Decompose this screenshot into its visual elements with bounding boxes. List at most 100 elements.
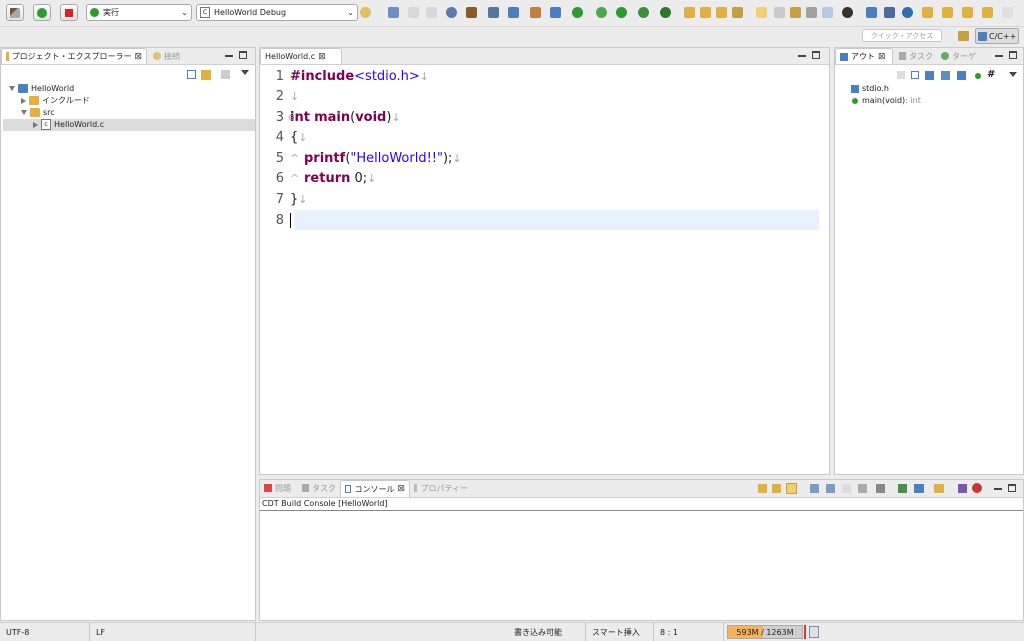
minimize-icon[interactable] xyxy=(798,51,806,57)
pin-console-icon[interactable] xyxy=(876,484,885,493)
minimize-icon[interactable] xyxy=(225,51,233,57)
word-wrap-icon[interactable] xyxy=(858,484,867,493)
show-whitespace-icon[interactable] xyxy=(822,7,833,18)
close-icon[interactable]: ⊠ xyxy=(134,52,142,62)
maximize-icon[interactable] xyxy=(812,51,820,59)
sort-icon[interactable] xyxy=(925,71,934,80)
hide-fields-icon[interactable] xyxy=(941,71,950,80)
trash-icon[interactable] xyxy=(809,626,819,638)
run-button[interactable] xyxy=(33,4,51,21)
outline-item-function[interactable]: main(void) : int xyxy=(851,95,921,106)
hide-macros-icon[interactable]: # xyxy=(987,69,995,80)
outline-item-include[interactable]: stdio.h xyxy=(851,83,889,94)
coverage-icon[interactable] xyxy=(638,7,649,18)
debug-config-icon[interactable] xyxy=(446,7,457,18)
fold-collapse-icon[interactable]: ⊖ xyxy=(288,113,295,122)
tab-problems[interactable]: 問題 xyxy=(260,480,298,496)
launch-config-select[interactable]: C HelloWorld Debug ⌄ xyxy=(196,4,358,21)
view-menu-icon[interactable] xyxy=(1009,72,1017,77)
tab-properties[interactable]: プロパティー xyxy=(410,480,472,496)
paste-icon[interactable] xyxy=(826,484,835,493)
copy-icon[interactable] xyxy=(810,484,819,493)
terminal-icon[interactable] xyxy=(866,7,877,18)
tab-hello-world-c[interactable]: HelloWorld.c ⊠ xyxy=(260,48,342,64)
filter-icon[interactable] xyxy=(221,70,230,79)
tab-tasks[interactable]: タスク xyxy=(298,480,340,496)
close-icon[interactable]: ⊠ xyxy=(318,52,326,62)
tab-project-explorer[interactable]: プロジェクト・エクスプローラー ⊠ xyxy=(1,48,147,64)
build-button[interactable] xyxy=(6,4,24,21)
open-perspective-icon[interactable] xyxy=(958,31,969,41)
pin-icon[interactable] xyxy=(884,7,895,18)
back-icon[interactable] xyxy=(962,7,973,18)
hide-static-icon[interactable] xyxy=(957,71,966,80)
open-console-icon[interactable] xyxy=(898,484,907,493)
toggle-highlight-icon[interactable] xyxy=(756,7,767,18)
maximize-icon[interactable] xyxy=(1008,484,1016,492)
forward-disabled-icon[interactable] xyxy=(1002,7,1013,18)
open-element-icon[interactable] xyxy=(700,7,711,18)
collapse-all-icon[interactable] xyxy=(911,71,919,79)
minimize-icon[interactable] xyxy=(995,51,1003,57)
scroll-down-icon[interactable] xyxy=(758,484,767,493)
build-all-icon[interactable] xyxy=(488,7,499,18)
external-tools-icon[interactable] xyxy=(660,7,671,18)
perspective-c-cpp-button[interactable]: C/C++ xyxy=(975,28,1019,44)
run-last-icon[interactable] xyxy=(616,7,627,18)
display-console-icon[interactable] xyxy=(914,484,924,493)
search-icon[interactable] xyxy=(732,7,743,18)
tree-item-project[interactable]: HelloWorld xyxy=(9,83,74,94)
tree-item-file[interactable]: c HelloWorld.c xyxy=(33,119,104,130)
heap-status[interactable]: 593M / 1263M xyxy=(727,625,803,639)
tab-connections[interactable]: 接続 xyxy=(149,48,189,64)
tab-console[interactable]: コンソール ⊠ xyxy=(340,480,410,497)
build-config-icon[interactable] xyxy=(466,7,477,18)
minimize-icon[interactable] xyxy=(994,484,1002,490)
collapse-arrow-icon[interactable] xyxy=(21,97,26,104)
next-edit-icon[interactable] xyxy=(922,7,933,18)
new-file-icon[interactable] xyxy=(572,7,583,18)
expand-arrow-icon[interactable] xyxy=(9,86,15,91)
new-project-icon[interactable] xyxy=(508,7,519,18)
close-icon[interactable]: ⊠ xyxy=(878,52,886,62)
launch-mode-select[interactable]: 実行 ⌄ xyxy=(86,4,192,21)
code-area[interactable]: 1 #include <stdio.h> ↓ 2 ↓ 3 int main ( … xyxy=(260,66,829,474)
console-output[interactable] xyxy=(260,511,1023,620)
prev-annotation-icon[interactable] xyxy=(790,7,801,18)
status-line-ending[interactable]: LF xyxy=(90,623,256,641)
tab-tasks[interactable]: タスク xyxy=(895,48,937,64)
status-encoding[interactable]: UTF-8 xyxy=(0,623,90,641)
terminate-icon[interactable] xyxy=(972,483,982,493)
new-folder-icon[interactable] xyxy=(530,7,541,18)
scroll-up-icon[interactable] xyxy=(772,484,781,493)
scroll-lock-icon[interactable] xyxy=(786,483,797,494)
profile-icon[interactable] xyxy=(842,7,853,18)
tree-item-src[interactable]: src xyxy=(21,107,55,118)
new-class-icon[interactable] xyxy=(550,7,561,18)
prev-edit-icon[interactable] xyxy=(942,7,953,18)
forward-icon[interactable] xyxy=(982,7,993,18)
tab-targets[interactable]: ターゲ xyxy=(937,48,981,64)
collapse-all-icon[interactable] xyxy=(187,70,196,79)
debug-icon[interactable] xyxy=(596,7,607,18)
expand-arrow-icon[interactable] xyxy=(21,110,27,115)
new-console-icon[interactable] xyxy=(934,484,944,493)
sync-icon[interactable] xyxy=(897,71,905,79)
remote-icon[interactable] xyxy=(958,484,967,493)
hide-nonpublic-icon[interactable] xyxy=(975,73,981,79)
save-icon[interactable] xyxy=(408,7,419,18)
quick-access-input[interactable]: クイック・アクセス xyxy=(862,29,942,42)
view-menu-icon[interactable] xyxy=(241,70,249,75)
next-annotation-icon[interactable] xyxy=(774,7,785,18)
launch-settings-icon[interactable] xyxy=(360,7,371,18)
new-icon[interactable] xyxy=(388,7,399,18)
tree-item-includes[interactable]: インクルード xyxy=(21,95,90,106)
maximize-icon[interactable] xyxy=(239,51,247,59)
search-folder-icon[interactable] xyxy=(716,7,727,18)
collapse-arrow-icon[interactable] xyxy=(33,121,38,128)
link-editor-icon[interactable] xyxy=(201,70,211,80)
maximize-icon[interactable] xyxy=(1009,51,1017,59)
block-selection-icon[interactable] xyxy=(806,7,817,18)
stop-button[interactable] xyxy=(60,4,78,21)
connect-icon[interactable] xyxy=(902,7,913,18)
